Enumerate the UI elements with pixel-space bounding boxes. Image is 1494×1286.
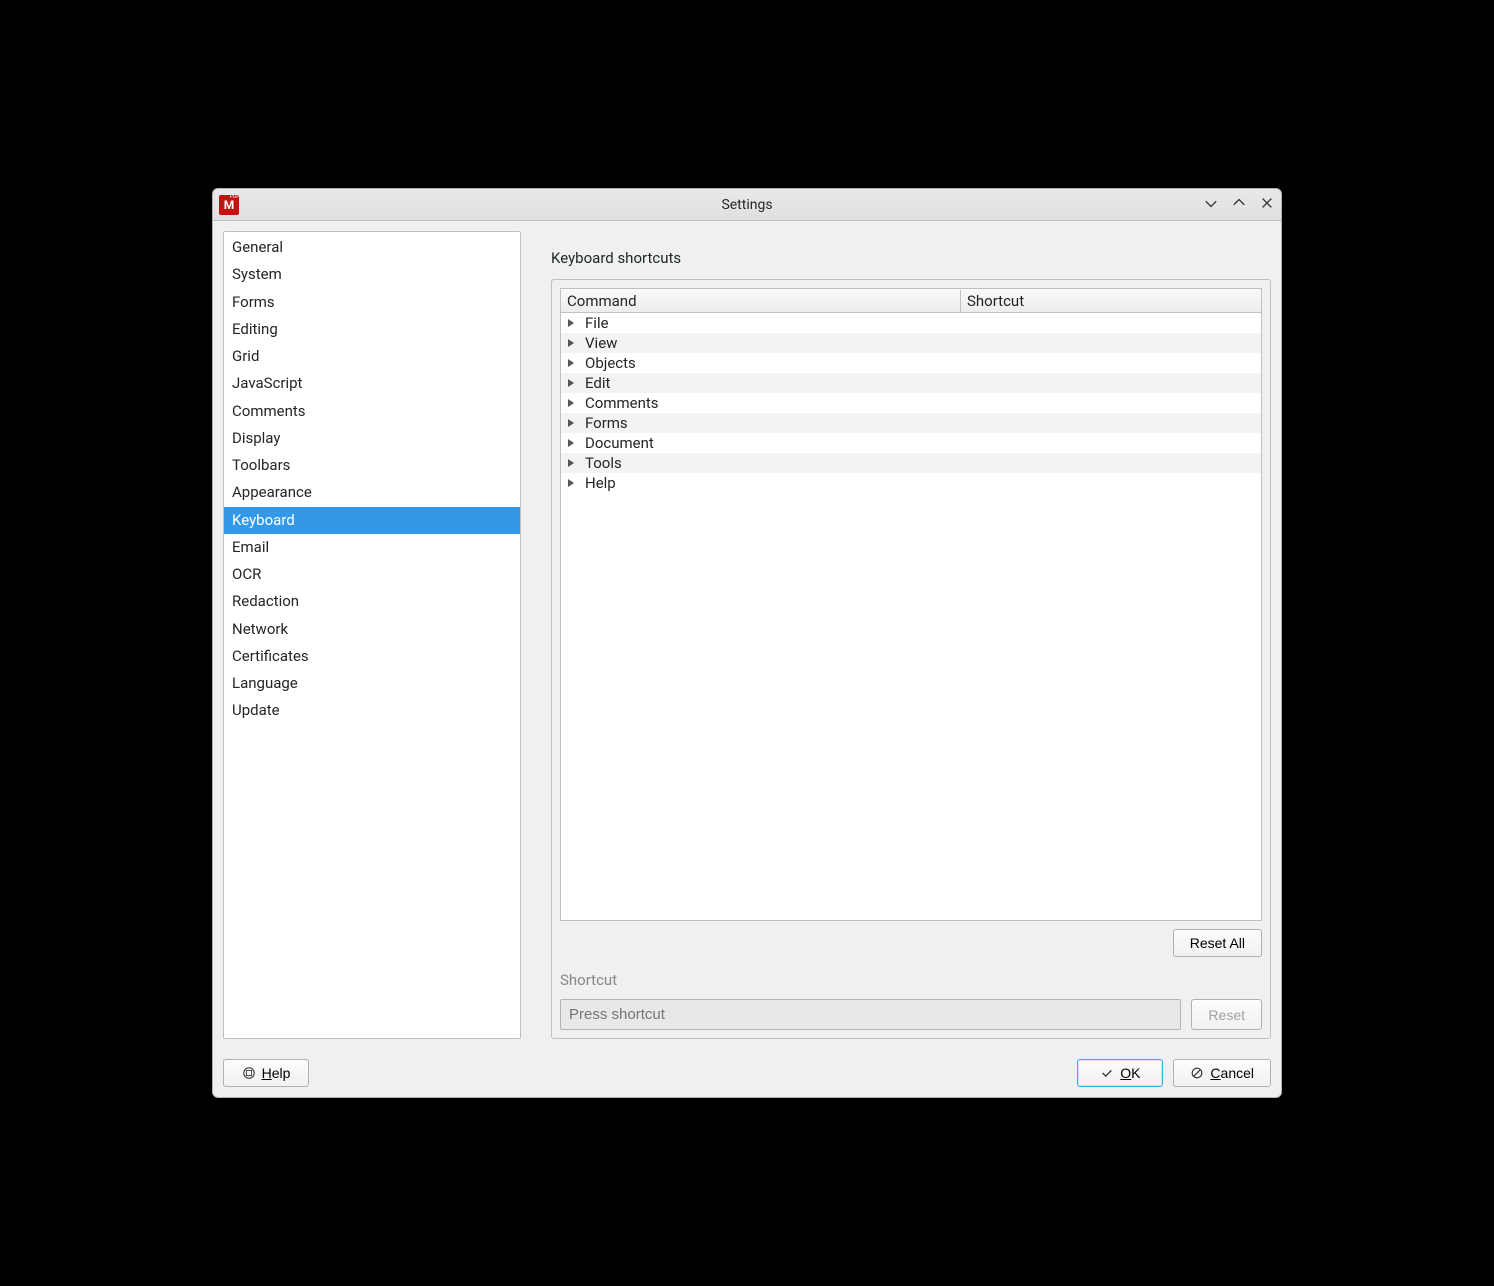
- tree-row-label: Document: [585, 434, 654, 452]
- tree-row-label: Tools: [585, 454, 622, 472]
- shortcut-row: Reset: [560, 999, 1262, 1030]
- tree-row-document[interactable]: Document: [561, 433, 1261, 453]
- settings-sidebar[interactable]: GeneralSystemFormsEditingGridJavaScriptC…: [223, 231, 521, 1039]
- sidebar-item-keyboard[interactable]: Keyboard: [224, 507, 520, 534]
- maximize-button[interactable]: [1231, 196, 1247, 214]
- table-header: Command Shortcut: [561, 289, 1261, 313]
- tree-row-label: Edit: [585, 374, 610, 392]
- tree-row-view[interactable]: View: [561, 333, 1261, 353]
- help-button-label: Help: [262, 1065, 291, 1081]
- column-command[interactable]: Command: [561, 290, 961, 312]
- section-label: Keyboard shortcuts: [551, 249, 1271, 267]
- tree-row-label: File: [585, 314, 609, 332]
- tree-row-forms[interactable]: Forms: [561, 413, 1261, 433]
- tree-row-tools[interactable]: Tools: [561, 453, 1261, 473]
- settings-window: Settings GeneralSystemFormsEditingGridJa…: [212, 188, 1282, 1098]
- sidebar-item-forms[interactable]: Forms: [224, 289, 520, 316]
- tree-row-label: Forms: [585, 414, 628, 432]
- sidebar-item-network[interactable]: Network: [224, 616, 520, 643]
- tree-row-label: Comments: [585, 394, 659, 412]
- expand-arrow-icon[interactable]: [565, 457, 577, 469]
- expand-arrow-icon[interactable]: [565, 397, 577, 409]
- dialog-footer: Help OK Cancel: [213, 1049, 1281, 1097]
- tree-row-comments[interactable]: Comments: [561, 393, 1261, 413]
- sidebar-item-display[interactable]: Display: [224, 425, 520, 452]
- shortcuts-table[interactable]: Command Shortcut File View Objects Edit Comm…: [560, 288, 1262, 921]
- sidebar-item-toolbars[interactable]: Toolbars: [224, 452, 520, 479]
- help-button[interactable]: Help: [223, 1059, 309, 1087]
- sidebar-item-javascript[interactable]: JavaScript: [224, 370, 520, 397]
- expand-arrow-icon[interactable]: [565, 377, 577, 389]
- sidebar-item-editing[interactable]: Editing: [224, 316, 520, 343]
- reset-button[interactable]: Reset: [1191, 999, 1262, 1030]
- expand-arrow-icon[interactable]: [565, 357, 577, 369]
- sidebar-item-language[interactable]: Language: [224, 670, 520, 697]
- expand-arrow-icon[interactable]: [565, 417, 577, 429]
- expand-arrow-icon[interactable]: [565, 437, 577, 449]
- expand-arrow-icon[interactable]: [565, 317, 577, 329]
- sidebar-item-comments[interactable]: Comments: [224, 398, 520, 425]
- tree-row-label: Help: [585, 474, 616, 492]
- expand-arrow-icon[interactable]: [565, 477, 577, 489]
- sidebar-item-email[interactable]: Email: [224, 534, 520, 561]
- content-area: GeneralSystemFormsEditingGridJavaScriptC…: [213, 221, 1281, 1049]
- check-icon: [1100, 1066, 1114, 1080]
- table-body: File View Objects Edit Comments Forms Document…: [561, 313, 1261, 920]
- window-controls: [1203, 196, 1275, 214]
- shortcut-input[interactable]: [560, 999, 1181, 1030]
- main-panel: Keyboard shortcuts Command Shortcut File…: [551, 231, 1271, 1039]
- shortcut-label: Shortcut: [560, 971, 1262, 989]
- sidebar-item-redaction[interactable]: Redaction: [224, 588, 520, 615]
- ok-button[interactable]: OK: [1077, 1059, 1163, 1087]
- app-icon: [219, 195, 239, 215]
- cancel-button-label: Cancel: [1210, 1065, 1254, 1081]
- tree-row-label: Objects: [585, 354, 636, 372]
- tree-row-help[interactable]: Help: [561, 473, 1261, 493]
- sidebar-item-update[interactable]: Update: [224, 697, 520, 724]
- reset-all-row: Reset All: [560, 929, 1262, 957]
- titlebar: Settings: [213, 189, 1281, 221]
- shortcut-section: Shortcut Reset: [560, 971, 1262, 1030]
- cancel-button[interactable]: Cancel: [1173, 1059, 1271, 1087]
- sidebar-item-ocr[interactable]: OCR: [224, 561, 520, 588]
- shortcuts-groupbox: Command Shortcut File View Objects Edit Comm…: [551, 279, 1271, 1039]
- tree-row-label: View: [585, 334, 617, 352]
- minimize-button[interactable]: [1203, 196, 1219, 214]
- sidebar-item-grid[interactable]: Grid: [224, 343, 520, 370]
- reset-all-button[interactable]: Reset All: [1173, 929, 1262, 957]
- ok-button-label: OK: [1120, 1065, 1140, 1081]
- column-shortcut[interactable]: Shortcut: [961, 290, 1261, 312]
- window-title: Settings: [721, 197, 772, 213]
- sidebar-item-general[interactable]: General: [224, 234, 520, 261]
- sidebar-item-system[interactable]: System: [224, 261, 520, 288]
- tree-row-file[interactable]: File: [561, 313, 1261, 333]
- tree-row-edit[interactable]: Edit: [561, 373, 1261, 393]
- cancel-icon: [1190, 1066, 1204, 1080]
- sidebar-item-appearance[interactable]: Appearance: [224, 479, 520, 506]
- sidebar-item-certificates[interactable]: Certificates: [224, 643, 520, 670]
- tree-row-objects[interactable]: Objects: [561, 353, 1261, 373]
- help-icon: [242, 1066, 256, 1080]
- expand-arrow-icon[interactable]: [565, 337, 577, 349]
- close-button[interactable]: [1259, 196, 1275, 214]
